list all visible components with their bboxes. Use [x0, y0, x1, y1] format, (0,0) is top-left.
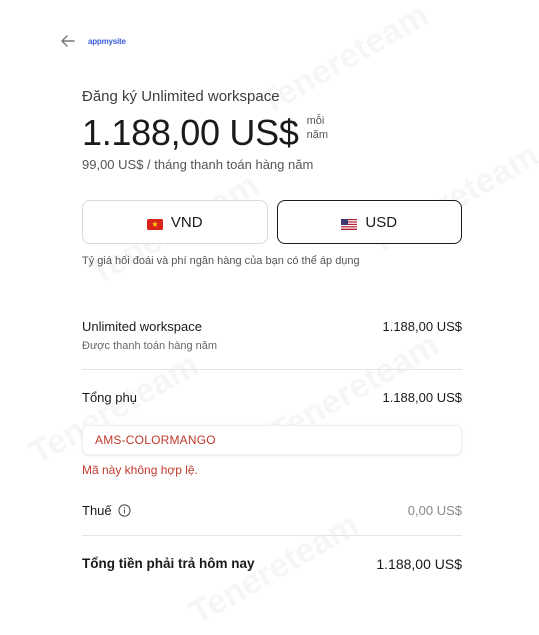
line-item-label: Unlimited workspace	[82, 319, 202, 334]
app-logo[interactable]: appmysite	[88, 37, 126, 46]
billing-note: 99,00 US$ / tháng thanh toán hàng năm	[82, 157, 314, 172]
subtotal-label: Tổng phụ	[82, 390, 137, 405]
info-icon[interactable]	[118, 504, 131, 517]
period-line-2: năm	[306, 129, 328, 141]
line-item: Unlimited workspace 1.188,00 US$ Được th…	[82, 319, 462, 352]
tax-row: Thuế 0,00 US$	[82, 503, 462, 518]
back-arrow-icon[interactable]	[60, 33, 76, 49]
total-label: Tổng tiền phải trả hôm nay	[82, 556, 255, 571]
price-period: mỗi năm	[307, 114, 328, 142]
line-item-billing: Được thanh toán hàng năm	[82, 340, 218, 352]
plan-title: Đăng ký Unlimited workspace	[82, 88, 280, 105]
us-flag-icon	[341, 217, 358, 230]
plan-price: 1.188,00 US$	[82, 112, 299, 153]
checkout-panel: Đăng ký Unlimited workspace 1.188,00 US$…	[82, 88, 462, 572]
price-row: 1.188,00 US$ mỗi năm	[82, 113, 462, 153]
subtotal-row: Tổng phụ 1.188,00 US$	[82, 390, 462, 405]
tax-label: Thuế	[82, 503, 112, 518]
total-row: Tổng tiền phải trả hôm nay 1.188,00 US$	[82, 556, 462, 572]
currency-label-vnd: VND	[170, 213, 203, 231]
currency-option-usd[interactable]: USD	[276, 200, 462, 244]
currency-option-vnd[interactable]: VND	[82, 200, 268, 244]
divider	[82, 535, 462, 536]
top-bar: appmysite	[60, 33, 126, 49]
promo-code-input[interactable]: AMS-COLORMANGO	[82, 425, 462, 455]
total-value: 1.188,00 US$	[376, 556, 462, 572]
tax-label-group: Thuế	[82, 503, 131, 518]
currency-label-usd: USD	[365, 213, 398, 231]
subtotal-value: 1.188,00 US$	[382, 390, 462, 405]
tax-value: 0,00 US$	[407, 503, 462, 518]
vietnam-flag-icon	[146, 217, 163, 230]
currency-selector: VND USD	[82, 200, 462, 244]
divider	[82, 369, 462, 370]
line-item-price: 1.188,00 US$	[382, 319, 462, 334]
promo-code-error: Mã này không hợp lệ.	[82, 463, 198, 477]
period-line-1: mỗi	[306, 115, 325, 127]
exchange-rate-note: Tỷ giá hối đoái và phí ngân hàng của bạn…	[82, 255, 360, 267]
